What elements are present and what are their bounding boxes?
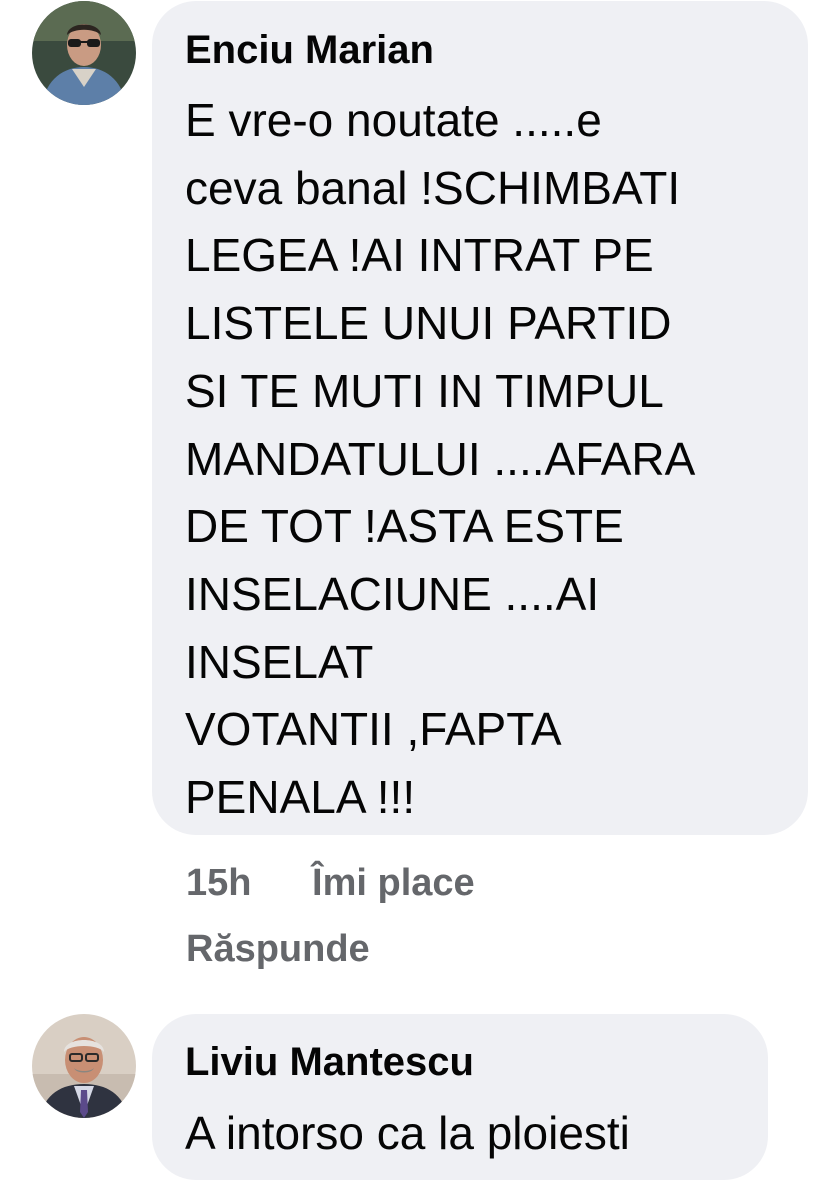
- comment-text-line: ceva banal !SCHIMBATI: [185, 161, 681, 214]
- comment-text-line: PENALA !!!: [185, 771, 416, 824]
- comment-text-line: MANDATULUI ....AFARA: [185, 432, 696, 485]
- comment-text: E vre-o noutate .....e ceva banal !SCHIM…: [185, 87, 695, 832]
- comment-author[interactable]: Enciu Marian: [185, 28, 434, 73]
- comment-text-line: SI TE MUTI IN TIMPUL: [185, 364, 664, 417]
- comment-text: A intorso ca la ploiesti: [185, 1100, 630, 1168]
- avatar[interactable]: [32, 1014, 136, 1118]
- comment-actions-row2: Răspunde: [186, 928, 370, 971]
- comment-text-line: INSELACIUNE ....AI: [185, 567, 600, 620]
- comment-text-line: DE TOT !ASTA ESTE: [185, 500, 624, 553]
- comment-text-line: A intorso ca la ploiesti: [185, 1107, 630, 1159]
- comment-text-line: LEGEA !AI INTRAT PE: [185, 229, 654, 282]
- comment-author[interactable]: Liviu Mantescu: [185, 1040, 474, 1085]
- comment-actions: 15h Îmi place: [186, 862, 475, 905]
- comment-text-line: INSELAT: [185, 635, 374, 688]
- reply-button[interactable]: Răspunde: [186, 928, 370, 970]
- comments-thread: Enciu Marian E vre-o noutate .....e ceva…: [0, 0, 840, 1184]
- profile-photo-icon: [32, 1014, 136, 1118]
- comment-text-line: E vre-o noutate .....e: [185, 94, 602, 146]
- comment-text-line: LISTELE UNUI PARTID: [185, 297, 672, 350]
- avatar[interactable]: [32, 1, 136, 105]
- comment-timestamp[interactable]: 15h: [186, 862, 251, 904]
- like-button[interactable]: Îmi place: [312, 862, 475, 904]
- comment-text-line: VOTANTII ,FAPTA: [185, 703, 562, 756]
- profile-photo-icon: [32, 1, 136, 105]
